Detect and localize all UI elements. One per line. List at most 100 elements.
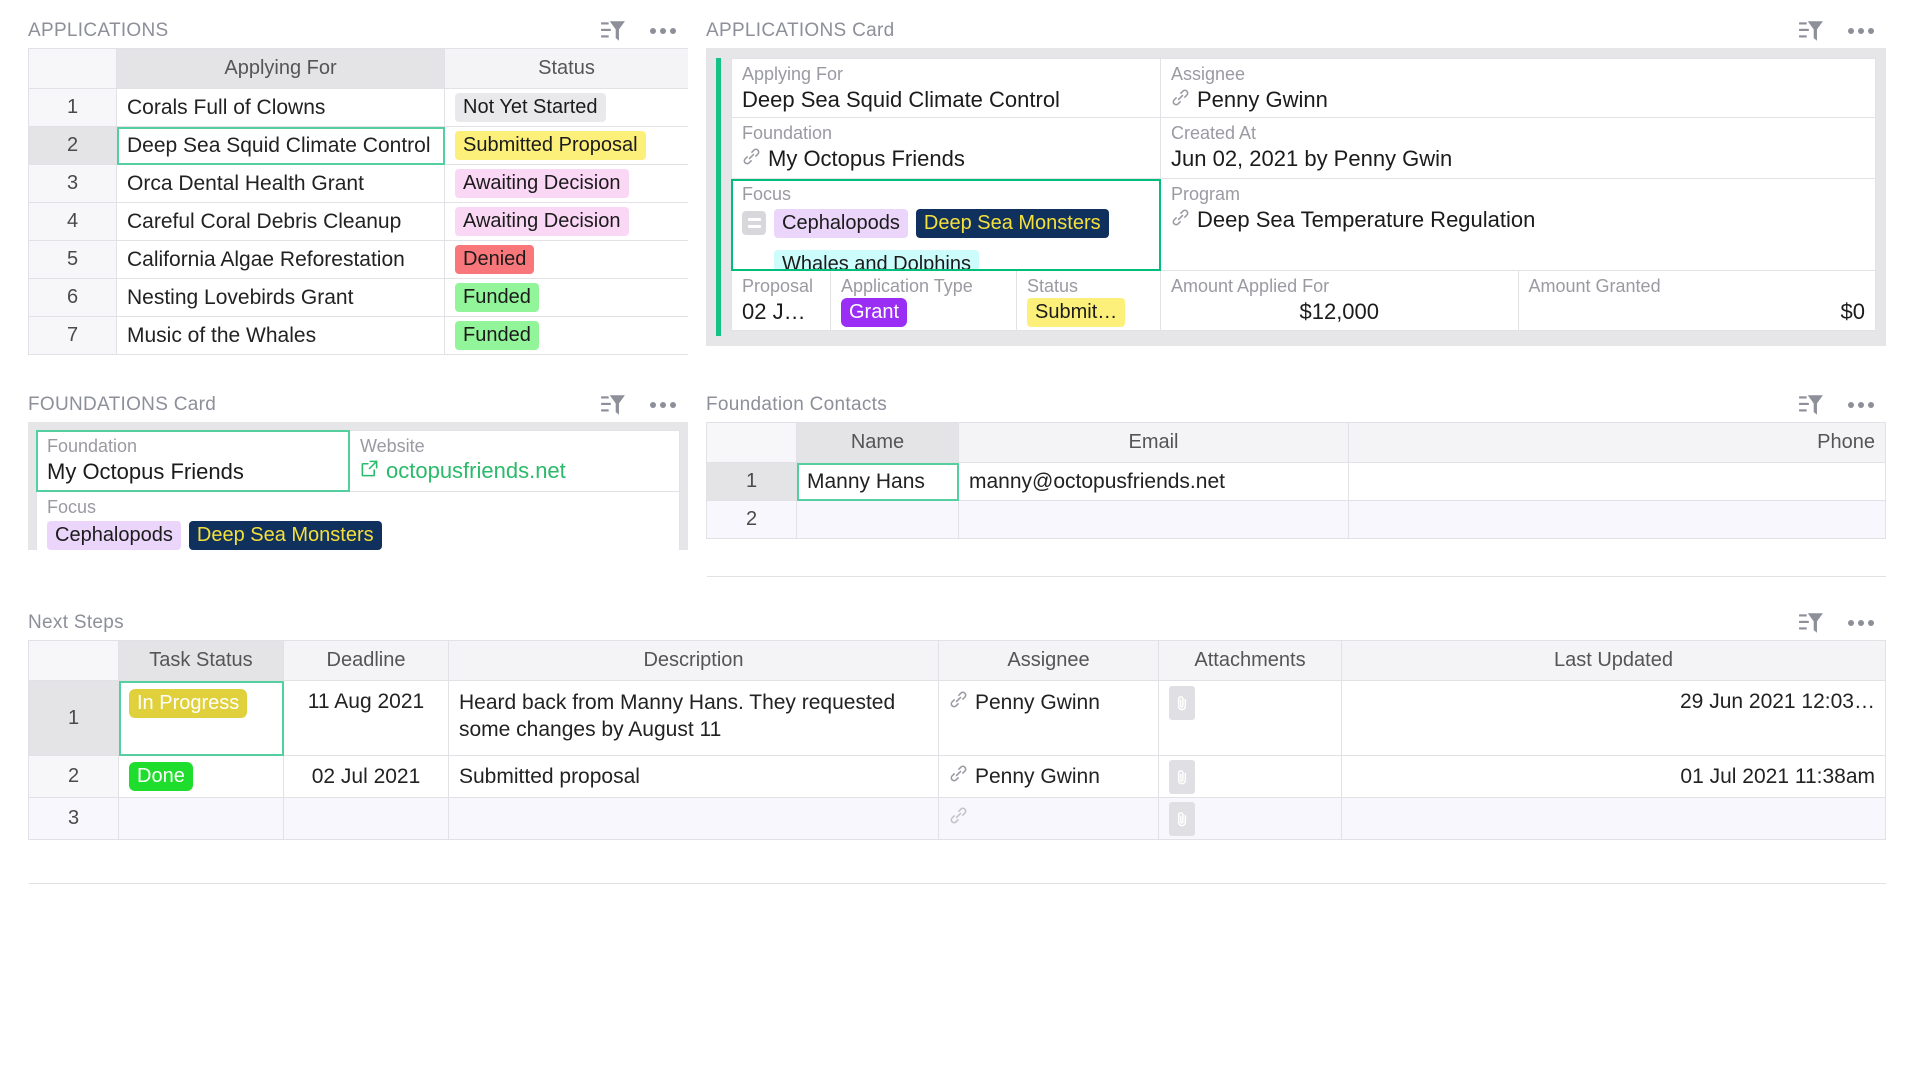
cell-status[interactable]: Funded [445, 317, 689, 355]
column-header-last-updated[interactable]: Last Updated [1342, 641, 1886, 681]
cell-description[interactable]: Submitted proposal [449, 756, 939, 798]
cell-task-status[interactable]: Done [119, 756, 284, 798]
column-header-email[interactable]: Email [959, 423, 1349, 463]
cell-deadline[interactable] [284, 798, 449, 840]
cell-applying-for[interactable]: Orca Dental Health Grant [117, 165, 445, 203]
more-options-icon[interactable] [1846, 614, 1876, 632]
cell-description[interactable] [449, 798, 939, 840]
cell-phone[interactable] [1349, 501, 1886, 539]
column-header-rownum[interactable] [29, 641, 119, 681]
row-number[interactable]: 7 [29, 317, 117, 355]
cell-applying-for[interactable]: Careful Coral Debris Cleanup [117, 203, 445, 241]
field-created-at[interactable]: Created At Jun 02, 2021 by Penny Gwin [1161, 118, 1876, 179]
column-header-attachments[interactable]: Attachments [1159, 641, 1342, 681]
cell-description[interactable] [449, 840, 939, 884]
cell-name[interactable] [797, 501, 959, 539]
sort-filter-icon[interactable] [1798, 610, 1824, 636]
cell-description[interactable]: Heard back from Manny Hans. They request… [449, 681, 939, 756]
cell-status[interactable]: Not Yet Started [445, 89, 689, 127]
cell-applying-for[interactable]: Corals Full of Clowns [117, 89, 445, 127]
cell-assignee[interactable]: Penny Gwinn [939, 756, 1159, 798]
cell-attachments[interactable] [1159, 681, 1342, 756]
row-number[interactable] [707, 539, 797, 577]
cell-email[interactable] [959, 501, 1349, 539]
sort-filter-icon[interactable] [1798, 18, 1824, 44]
row-number[interactable]: 1 [29, 89, 117, 127]
cell-task-status[interactable] [119, 798, 284, 840]
cell-last-updated[interactable] [1342, 840, 1886, 884]
column-header-applying-for[interactable]: Applying For [117, 49, 445, 89]
column-header-rownum[interactable] [29, 49, 117, 89]
row-number[interactable]: 1 [707, 463, 797, 501]
field-program[interactable]: Program Deep Sea Temperature Regulation [1161, 179, 1876, 271]
column-header-status[interactable]: Status [445, 49, 689, 89]
field-foundation[interactable]: Foundation My Octopus Friends [36, 430, 350, 492]
cell-applying-for[interactable]: Nesting Lovebirds Grant [117, 279, 445, 317]
cell-assignee[interactable] [939, 840, 1159, 884]
row-number[interactable]: 6 [29, 279, 117, 317]
column-header-name[interactable]: Name [797, 423, 959, 463]
cell-phone[interactable] [1349, 539, 1886, 577]
field-applying-for[interactable]: Applying For Deep Sea Squid Climate Cont… [731, 58, 1161, 118]
field-application-type[interactable]: Application Type Grant [831, 271, 1017, 331]
cell-applying-for[interactable]: California Algae Reforestation [117, 241, 445, 279]
column-header-deadline[interactable]: Deadline [284, 641, 449, 681]
row-number[interactable]: 3 [29, 798, 119, 840]
field-status[interactable]: Status Submit… [1017, 271, 1161, 331]
cell-attachments[interactable] [1159, 798, 1342, 840]
cell-email[interactable]: manny@octopusfriends.net [959, 463, 1349, 501]
cell-attachments[interactable] [1159, 756, 1342, 798]
attachment-icon[interactable] [1169, 760, 1195, 794]
cell-applying-for[interactable]: Music of the Whales [117, 317, 445, 355]
field-proposal[interactable]: Proposal 02 J… [731, 271, 831, 331]
cell-deadline[interactable]: 11 Aug 2021 [284, 681, 449, 756]
cell-last-updated[interactable] [1342, 798, 1886, 840]
field-foundation[interactable]: Foundation My Octopus Friends [731, 118, 1161, 179]
column-header-description[interactable]: Description [449, 641, 939, 681]
column-header-assignee[interactable]: Assignee [939, 641, 1159, 681]
attachment-icon[interactable] [1169, 802, 1195, 836]
field-amount-applied-for[interactable]: Amount Applied For $12,000 [1161, 271, 1519, 331]
attachment-icon[interactable] [1169, 686, 1195, 720]
cell-status[interactable]: Submitted Proposal [445, 127, 689, 165]
cell-deadline[interactable]: 02 Jul 2021 [284, 756, 449, 798]
cell-assignee[interactable]: Penny Gwinn [939, 681, 1159, 756]
cell-status[interactable]: Denied [445, 241, 689, 279]
column-header-task-status[interactable]: Task Status [119, 641, 284, 681]
focus-chip[interactable]: Deep Sea Monsters [916, 209, 1109, 238]
row-number[interactable]: 1 [29, 681, 119, 756]
focus-chip[interactable]: Cephalopods [47, 521, 181, 550]
cell-phone[interactable] [1349, 463, 1886, 501]
more-options-icon[interactable] [648, 22, 678, 40]
cell-status[interactable]: Funded [445, 279, 689, 317]
column-header-phone[interactable]: Phone [1349, 423, 1886, 463]
sort-filter-icon[interactable] [1798, 392, 1824, 418]
sort-filter-icon[interactable] [600, 392, 626, 418]
row-number[interactable]: 4 [29, 203, 117, 241]
cell-email[interactable] [959, 539, 1349, 577]
cell-status[interactable]: Awaiting Decision [445, 203, 689, 241]
row-number[interactable] [29, 840, 119, 884]
field-focus[interactable]: Focus Cephalopods Deep Sea Monsters Whal… [731, 179, 1161, 271]
field-focus[interactable]: Focus Cephalopods Deep Sea Monsters [36, 492, 680, 550]
row-number[interactable]: 5 [29, 241, 117, 279]
table-add-row[interactable] [707, 539, 1886, 577]
cell-name[interactable] [797, 539, 959, 577]
field-assignee[interactable]: Assignee Penny Gwinn [1161, 58, 1876, 118]
focus-chip[interactable]: Deep Sea Monsters [189, 521, 382, 550]
more-options-icon[interactable] [648, 396, 678, 414]
column-header-rownum[interactable] [707, 423, 797, 463]
row-number[interactable]: 2 [29, 127, 117, 165]
drag-handle-icon[interactable] [742, 211, 766, 235]
cell-name[interactable]: Manny Hans [797, 463, 959, 501]
more-options-icon[interactable] [1846, 22, 1876, 40]
row-number[interactable]: 2 [707, 501, 797, 539]
sort-filter-icon[interactable] [600, 18, 626, 44]
cell-attachments[interactable] [1159, 840, 1342, 884]
website-link[interactable]: octopusfriends.net [360, 458, 669, 484]
field-amount-granted[interactable]: Amount Granted $0 [1519, 271, 1877, 331]
focus-chip[interactable]: Cephalopods [774, 209, 908, 238]
more-options-icon[interactable] [1846, 396, 1876, 414]
cell-task-status[interactable]: In Progress [119, 681, 284, 756]
cell-task-status[interactable] [119, 840, 284, 884]
